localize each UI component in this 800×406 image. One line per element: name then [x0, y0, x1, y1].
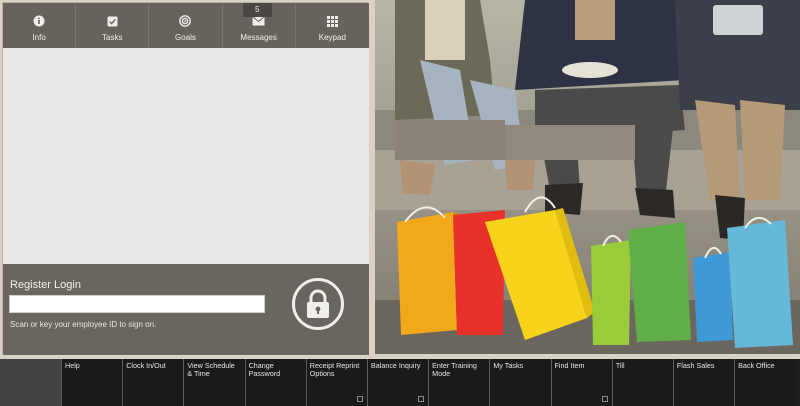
tab-bar: Info Tasks Goals Messages 5 Keypad [3, 3, 369, 56]
info-content-area [3, 48, 369, 264]
balance-inquiry-button[interactable]: Balance Inquiry [366, 359, 429, 406]
left-panel: Info Tasks Goals Messages 5 Keypad Regis… [2, 2, 369, 355]
tab-info[interactable]: Info [3, 3, 77, 56]
find-item-button[interactable]: Find Item [550, 359, 612, 406]
balance-inquiry-label: Balance Inquiry [370, 361, 421, 370]
register-login-title: Register Login [10, 279, 81, 291]
register-login-panel: Register Login Scan or key your employee… [3, 264, 369, 355]
back-office-button[interactable]: Back Office [734, 359, 796, 406]
submenu-indicator-icon [601, 396, 608, 402]
pos-login-screen: Info Tasks Goals Messages 5 Keypad Regis… [0, 0, 800, 406]
view-schedule-button[interactable]: View Schedule & Time [183, 359, 245, 406]
shopping-bags-photo [375, 0, 800, 354]
find-item-label: Find Item [554, 361, 585, 370]
tab-label: Tasks [102, 33, 123, 42]
keypad-icon [325, 14, 339, 28]
tab-tasks[interactable]: Tasks [76, 3, 150, 48]
lock-icon[interactable] [292, 278, 344, 330]
flash-sales-label: Flash Sales [676, 361, 715, 370]
help-button[interactable]: Help [61, 359, 123, 406]
toolbar-spacer [0, 359, 61, 406]
tab-label: Info [32, 33, 46, 42]
messages-count-badge: 5 [242, 3, 272, 17]
change-password-button[interactable]: Change Password [244, 359, 306, 406]
back-office-label: Back Office [738, 361, 775, 370]
till-button[interactable]: Till [611, 359, 673, 406]
submenu-indicator-icon [418, 396, 425, 402]
receipt-reprint-label: Receipt Reprint Options [309, 361, 360, 378]
my-tasks-button[interactable]: My Tasks [489, 359, 551, 406]
my-tasks-label: My Tasks [493, 361, 524, 370]
help-button-label: Help [65, 361, 80, 370]
clock-in-out-label: Clock In/Out [126, 361, 166, 370]
info-icon [32, 14, 46, 28]
tab-label: Goals [175, 33, 196, 42]
tab-label: Keypad [318, 33, 346, 42]
till-label: Till [615, 361, 625, 370]
bottom-toolbar: Help Clock In/Out View Schedule & Time C… [0, 359, 800, 406]
training-mode-button[interactable]: Enter Training Mode [428, 359, 490, 406]
tab-label: Messages [240, 33, 277, 42]
tab-goals[interactable]: Goals [149, 3, 223, 48]
goals-icon [178, 14, 192, 28]
tab-messages[interactable]: Messages 5 [223, 3, 296, 48]
clock-in-out-button[interactable]: Clock In/Out [122, 359, 184, 406]
view-schedule-label: View Schedule & Time [187, 361, 235, 378]
receipt-reprint-button[interactable]: Receipt Reprint Options [305, 359, 367, 406]
tab-keypad[interactable]: Keypad [296, 3, 369, 48]
register-login-hint: Scan or key your employee ID to sign on. [10, 320, 157, 329]
change-password-label: Change Password [248, 361, 281, 378]
tasks-icon [105, 14, 119, 28]
submenu-indicator-icon [356, 396, 363, 402]
employee-id-input[interactable] [9, 295, 265, 313]
flash-sales-button[interactable]: Flash Sales [672, 359, 735, 406]
training-mode-label: Enter Training Mode [432, 361, 477, 378]
